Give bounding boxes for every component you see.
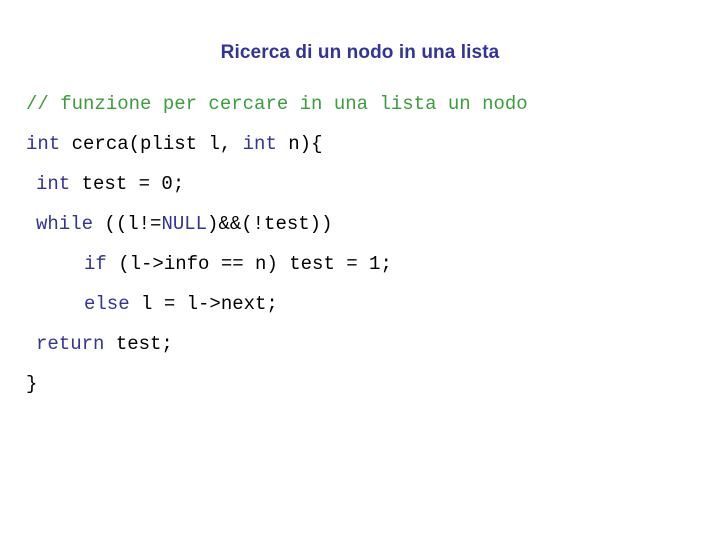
code-line: if (l->info == n) test = 1; (26, 244, 706, 284)
code-line: } (26, 364, 706, 404)
code-line: int cerca(plist l, int n){ (26, 124, 706, 164)
code-line: int test = 0; (26, 164, 706, 204)
slide-canvas: Ricerca di un nodo in una lista // funzi… (0, 0, 720, 540)
code-block: // funzione per cercare in una lista un … (26, 84, 706, 404)
code-token-plain: test; (104, 333, 173, 355)
code-line: else l = l->next; (26, 284, 706, 324)
code-token-keyword: int (242, 133, 277, 155)
code-token-plain: )&&(!test)) (207, 213, 333, 235)
code-token-keyword: int (36, 173, 71, 195)
code-token-comment: // funzione per cercare in una lista un … (26, 93, 528, 115)
code-line: // funzione per cercare in una lista un … (26, 84, 706, 124)
code-token-plain: (l->info == n) test = 1; (106, 253, 392, 275)
code-token-plain: cerca(plist l, (60, 133, 243, 155)
code-token-keyword: int (26, 133, 61, 155)
code-line: while ((l!=NULL)&&(!test)) (26, 204, 706, 244)
code-token-keyword: NULL (161, 213, 208, 235)
code-line: return test; (26, 324, 706, 364)
code-token-plain: } (26, 373, 38, 395)
code-token-keyword: while (36, 213, 94, 235)
page-title: Ricerca di un nodo in una lista (220, 42, 500, 63)
code-token-plain: test = 0; (70, 173, 185, 195)
code-token-plain: n){ (276, 133, 323, 155)
code-token-keyword: else (84, 293, 130, 315)
code-token-keyword: if (84, 253, 107, 275)
code-token-keyword: return (36, 333, 105, 355)
code-token-plain: ((l!= (93, 213, 162, 235)
code-token-plain: l = l->next; (129, 293, 278, 315)
